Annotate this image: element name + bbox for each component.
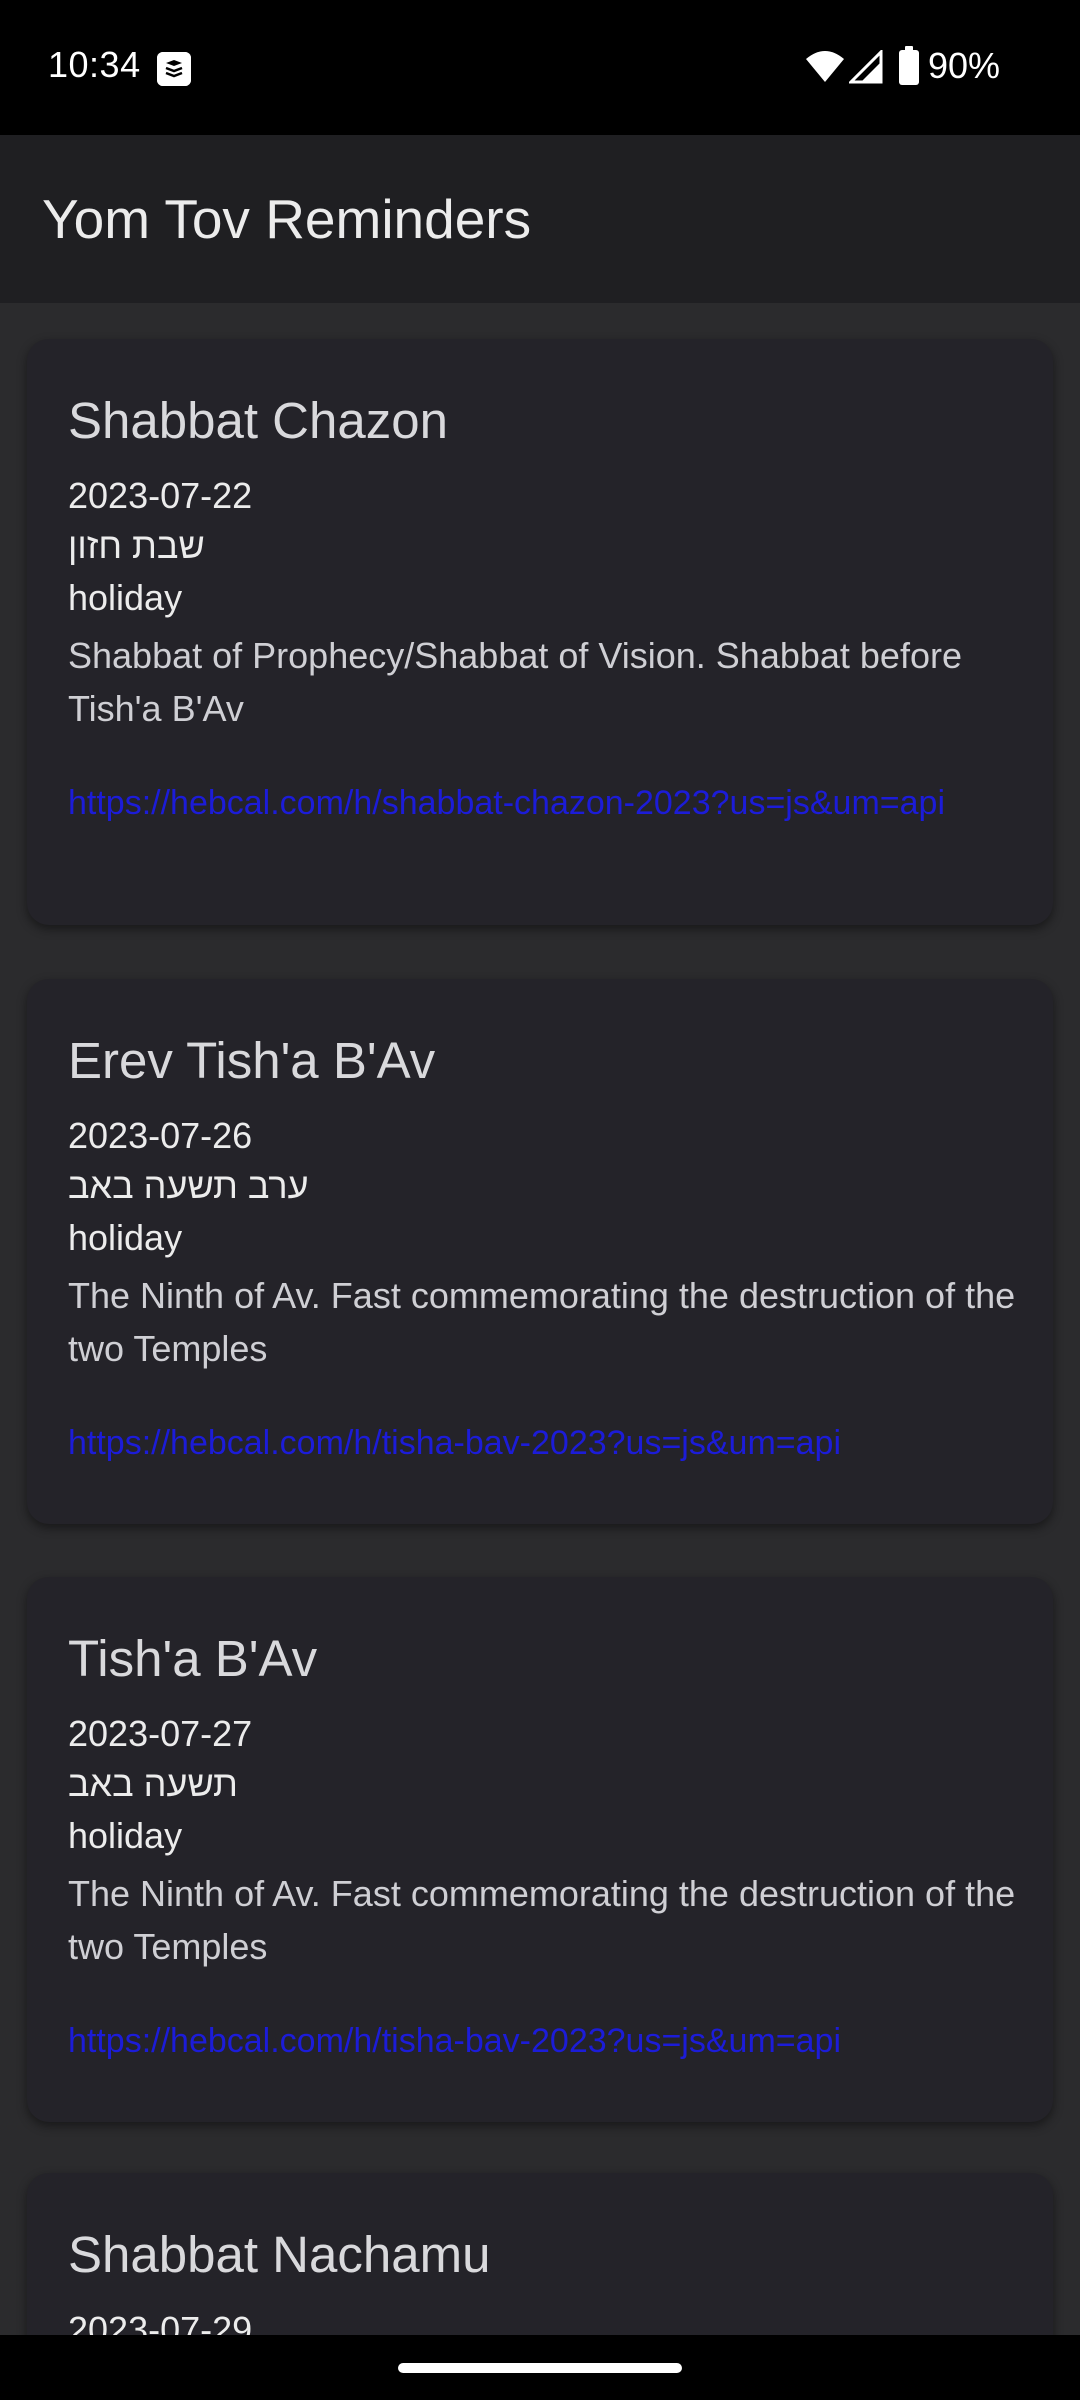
card-description: Shabbat of Prophecy/Shabbat of Vision. S… [68,635,962,729]
app-bar: Yom Tov Reminders [0,135,1080,303]
card-description: The Ninth of Av. Fast commemorating the … [68,1275,1016,1369]
card-date: 2023-07-22 [68,475,253,516]
reminder-list[interactable]: Shabbat Chazon 2023-07-22 שבת חזון holid… [0,303,1080,2335]
status-bar: 10:34 90% [0,0,1080,135]
card-description: The Ninth of Av. Fast commemorating the … [68,1873,1016,1967]
card-link[interactable]: https://hebcal.com/h/shabbat-chazon-2023… [68,783,1018,823]
battery-percentage: 90% [928,45,1001,86]
battery-icon [898,46,920,91]
reminder-card[interactable]: Erev Tish'a B'Av 2023-07-26 ערב תשעה באב… [27,979,1053,1524]
card-hebrew-name: שבת חזון [68,525,205,566]
card-link[interactable]: https://hebcal.com/h/tisha-bav-2023?us=j… [68,2021,1018,2061]
card-category: holiday [68,577,183,618]
card-title: Tish'a B'Av [68,1630,318,1687]
card-title: Erev Tish'a B'Av [68,1032,436,1089]
home-gesture-handle[interactable] [398,2363,682,2373]
card-title: Shabbat Nachamu [68,2226,491,2283]
reminder-card[interactable]: Tish'a B'Av 2023-07-27 תשעה באב holiday … [27,1577,1053,2122]
page-title: Yom Tov Reminders [42,188,532,250]
card-date: 2023-07-29 [68,2309,253,2335]
notes-app-icon [157,52,191,86]
card-date: 2023-07-27 [68,1713,253,1754]
card-date: 2023-07-26 [68,1115,253,1156]
card-category: holiday [68,1815,183,1856]
navigation-bar [0,2335,1080,2400]
status-time: 10:34 [48,44,141,85]
card-title: Shabbat Chazon [68,392,448,449]
reminder-card[interactable]: Shabbat Nachamu 2023-07-29 [27,2173,1053,2335]
card-category: holiday [68,1217,183,1258]
reminder-card[interactable]: Shabbat Chazon 2023-07-22 שבת חזון holid… [27,339,1053,925]
card-link[interactable]: https://hebcal.com/h/tisha-bav-2023?us=j… [68,1423,1018,1463]
wifi-icon [805,49,845,88]
card-hebrew-name: ערב תשעה באב [68,1165,309,1206]
cell-signal-icon [847,48,883,89]
card-hebrew-name: תשעה באב [68,1763,238,1804]
